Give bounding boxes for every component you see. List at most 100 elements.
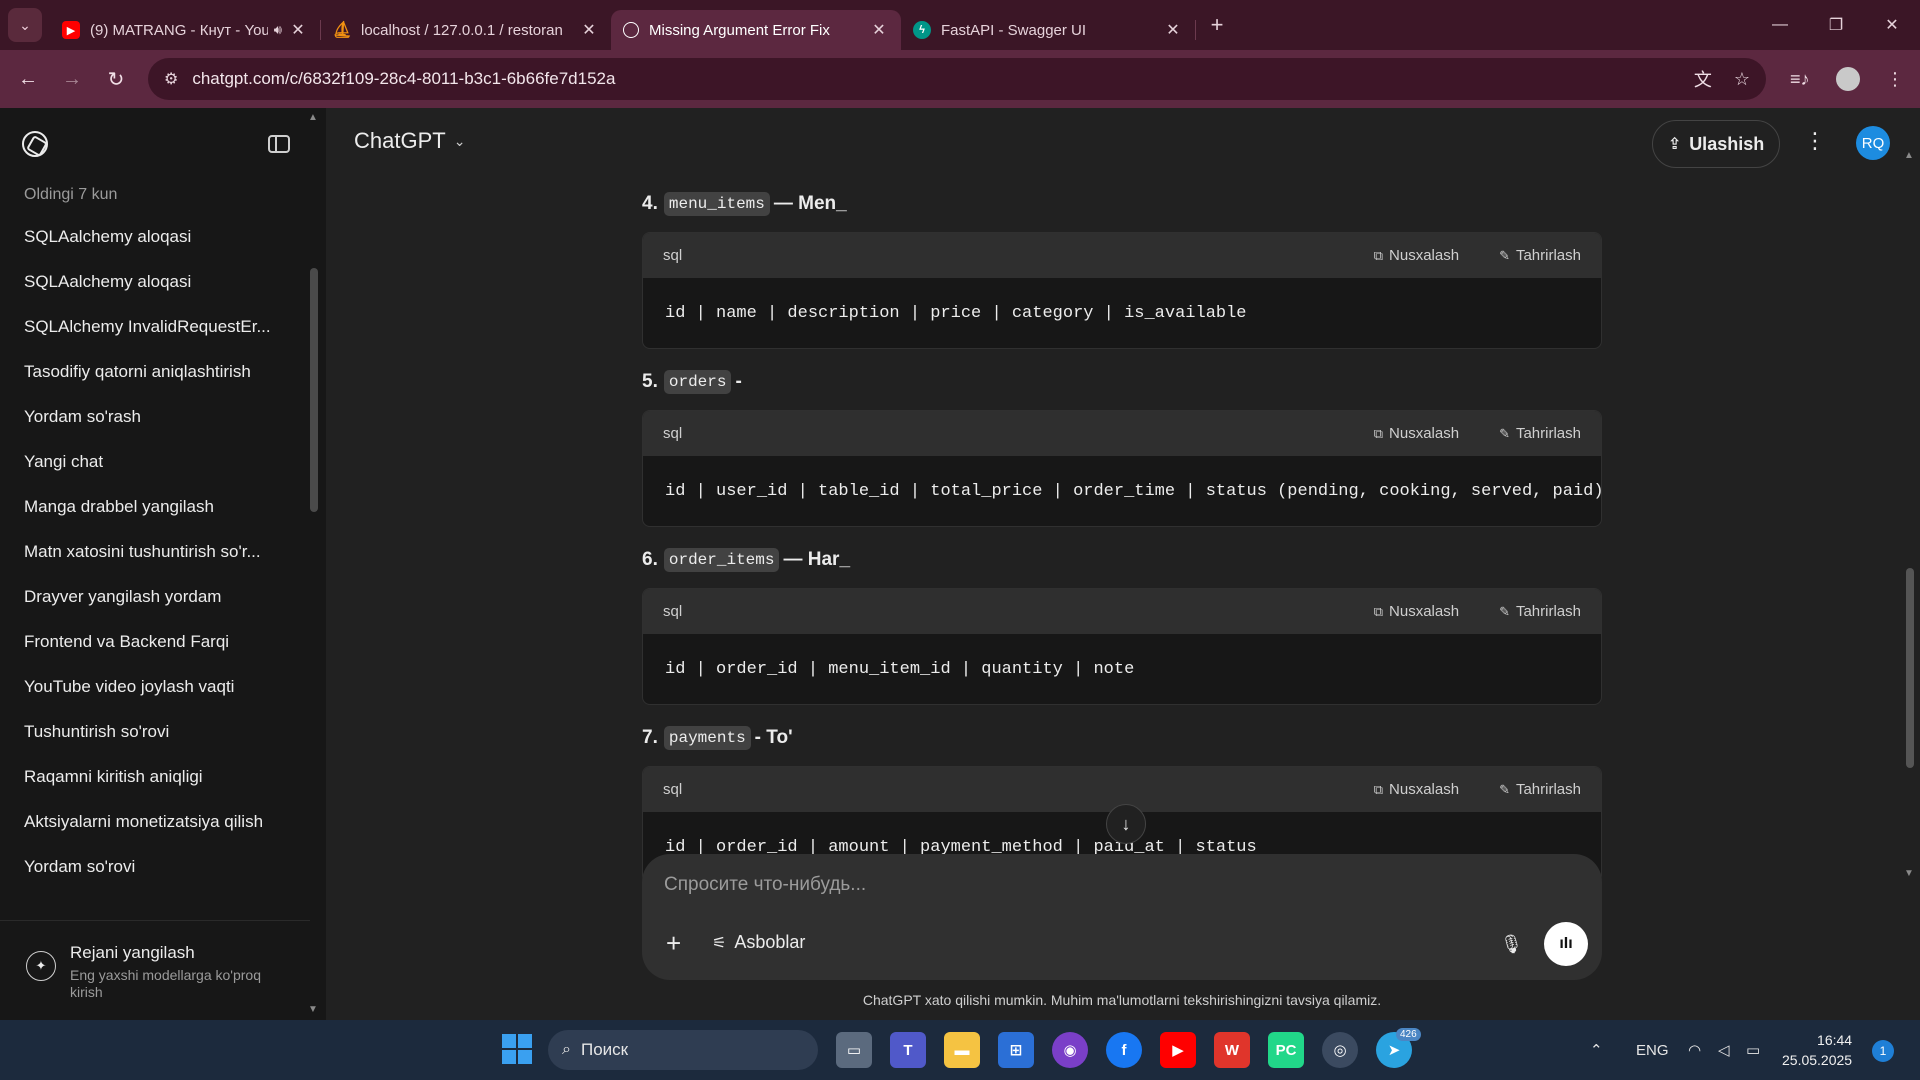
- taskbar-search[interactable]: ⌕ Поиск: [548, 1030, 818, 1070]
- sidebar-chat-item[interactable]: Drayver yangilash yordam: [0, 574, 326, 619]
- sidebar-chat-item[interactable]: Raqamni kiritish aniqligi: [0, 754, 326, 799]
- minimize-icon[interactable]: —: [1752, 0, 1808, 50]
- edit-button[interactable]: ✎ Tahrirlash: [1499, 247, 1581, 264]
- url-text[interactable]: chatgpt.com/c/6832f109-28c4-8011-b3c1-6b…: [192, 69, 1672, 89]
- back-icon[interactable]: ←: [6, 57, 50, 101]
- tools-button[interactable]: ⚟ Asboblar: [712, 932, 805, 953]
- omnibox[interactable]: ⚙︎ chatgpt.com/c/6832f109-28c4-8011-b3c1…: [148, 58, 1766, 100]
- file-explorer-icon[interactable]: ▬: [944, 1032, 980, 1068]
- tab-phpmyadmin[interactable]: ⛵︎ localhost / 127.0.0.1 / restoran ✕: [321, 10, 611, 50]
- speaker-icon[interactable]: 🔊︎: [274, 22, 282, 38]
- microphone-icon[interactable]: 🎙︎: [1500, 934, 1523, 955]
- close-tab-icon[interactable]: ✕: [869, 20, 889, 40]
- facebook-icon[interactable]: f: [1106, 1032, 1142, 1068]
- model-name: ChatGPT: [354, 128, 446, 153]
- avatar[interactable]: RQ: [1856, 126, 1890, 160]
- edit-button[interactable]: ✎ Tahrirlash: [1499, 603, 1581, 620]
- fastapi-icon: ϟ: [913, 21, 931, 39]
- language-indicator[interactable]: ENG: [1636, 1020, 1669, 1080]
- sidebar-chat-item[interactable]: Frontend va Backend Farqi: [0, 619, 326, 664]
- wifi-icon[interactable]: ◠: [1688, 1020, 1701, 1080]
- sidebar: Oldingi 7 kun SQLAalchemy aloqasi SQLAal…: [0, 108, 326, 1020]
- microsoft-store-icon[interactable]: ⊞: [998, 1032, 1034, 1068]
- system-clock[interactable]: 16:44 25.05.2025: [1782, 1030, 1852, 1070]
- scroll-to-bottom-button[interactable]: ↓: [1106, 804, 1146, 844]
- composer-placeholder[interactable]: Спросите что-нибудь...: [664, 874, 866, 896]
- sidebar-chat-item[interactable]: Aktsiyalarni monetizatsiya qilish: [0, 799, 326, 844]
- close-tab-icon[interactable]: ✕: [1163, 20, 1183, 40]
- copy-button[interactable]: ⧉ Nusxalash: [1374, 247, 1459, 264]
- code-language: sql: [663, 247, 683, 264]
- edit-button[interactable]: ✎ Tahrirlash: [1499, 425, 1581, 442]
- copy-button[interactable]: ⧉ Nusxalash: [1374, 781, 1459, 798]
- tray-overflow-icon[interactable]: ⌃: [1590, 1020, 1603, 1080]
- restore-icon[interactable]: ❐: [1808, 0, 1864, 50]
- sidebar-chat-item[interactable]: Yordam so'rash: [0, 394, 326, 439]
- close-tab-icon[interactable]: ✕: [579, 20, 599, 40]
- site-info-icon[interactable]: ⚙︎: [164, 69, 178, 89]
- sidebar-chat-item[interactable]: Manga drabbel yangilash: [0, 484, 326, 529]
- more-options-icon[interactable]: ⋮: [1804, 128, 1826, 154]
- code-content: id | order_id | menu_item_id | quantity …: [665, 659, 1135, 679]
- sidebar-chat-item[interactable]: YouTube video joylash vaqti: [0, 664, 326, 709]
- openai-logo-icon[interactable]: [22, 131, 48, 157]
- browser-menu-icon[interactable]: ⋮: [1886, 50, 1904, 108]
- task-view-icon[interactable]: ▭: [836, 1032, 872, 1068]
- bookmark-star-icon[interactable]: ☆: [1734, 69, 1750, 90]
- pencil-icon: ✎: [1499, 781, 1510, 797]
- sidebar-chat-item[interactable]: Tasodifiy qatorni aniqlashtirish: [0, 349, 326, 394]
- notification-badge[interactable]: 1: [1872, 1040, 1894, 1062]
- main-scrollbar[interactable]: [1906, 568, 1914, 768]
- scroll-up-arrow-icon[interactable]: ▲: [1904, 150, 1914, 161]
- sidebar-chat-item[interactable]: SQLAalchemy aloqasi: [0, 214, 326, 259]
- sidebar-chat-item[interactable]: Yangi chat: [0, 439, 326, 484]
- tab-youtube[interactable]: ▶ (9) MATRANG - Кнут - YouT 🔊︎ ✕: [50, 10, 320, 50]
- forward-icon[interactable]: →: [50, 57, 94, 101]
- youtube-taskbar-icon[interactable]: ▶: [1160, 1032, 1196, 1068]
- copy-button[interactable]: ⧉ Nusxalash: [1374, 603, 1459, 620]
- scroll-down-arrow-icon[interactable]: ▼: [1904, 868, 1914, 879]
- media-control-icon[interactable]: ≡♪: [1790, 50, 1810, 108]
- upgrade-plan[interactable]: ✦ Rejani yangilash Eng yaxshi modellarga…: [0, 920, 310, 1020]
- tab-fastapi[interactable]: ϟ FastAPI - Swagger UI ✕: [901, 10, 1195, 50]
- translate-icon[interactable]: 文: [1694, 66, 1712, 92]
- share-icon: ⇪: [1667, 136, 1682, 153]
- teams-icon[interactable]: T: [890, 1032, 926, 1068]
- share-button[interactable]: ⇪ Ulashish: [1652, 120, 1780, 168]
- scroll-up-arrow-icon[interactable]: ▲: [308, 112, 318, 123]
- step-heading: 6. order_items — Har_: [642, 548, 850, 572]
- tab-search-button[interactable]: ⌄: [8, 8, 42, 42]
- code-language: sql: [663, 781, 683, 798]
- reload-icon[interactable]: ↻: [94, 57, 138, 101]
- voice-mode-button[interactable]: ıIı: [1544, 922, 1588, 966]
- model-selector[interactable]: ChatGPT ⌄: [354, 128, 465, 154]
- pycharm-icon[interactable]: PC: [1268, 1032, 1304, 1068]
- edit-button[interactable]: ✎ Tahrirlash: [1499, 781, 1581, 798]
- windows-start-icon[interactable]: [502, 1034, 532, 1064]
- sidebar-chat-item[interactable]: Yordam so'rovi: [0, 844, 326, 889]
- close-tab-icon[interactable]: ✕: [288, 20, 308, 40]
- sidebar-chat-item[interactable]: Matn xatosini tushuntirish so'r...: [0, 529, 326, 574]
- tab-chatgpt[interactable]: Missing Argument Error Fix ✕: [611, 10, 901, 50]
- sidebar-chat-item[interactable]: SQLAlchemy InvalidRequestEr...: [0, 304, 326, 349]
- step-text: -: [735, 371, 742, 392]
- chrome-icon[interactable]: ◎: [1322, 1032, 1358, 1068]
- new-tab-button[interactable]: +: [1200, 8, 1234, 42]
- sidebar-toggle-icon[interactable]: [268, 135, 290, 153]
- close-window-icon[interactable]: ✕: [1864, 0, 1920, 50]
- wps-office-icon[interactable]: W: [1214, 1032, 1250, 1068]
- volume-icon[interactable]: ◁: [1718, 1020, 1730, 1080]
- profile-icon[interactable]: [1836, 50, 1860, 108]
- step-text: — Men_: [773, 193, 847, 214]
- sidebar-scrollbar[interactable]: [310, 268, 318, 512]
- battery-icon[interactable]: ▭: [1746, 1020, 1760, 1080]
- attach-plus-icon[interactable]: +: [666, 928, 681, 959]
- taskbar-search-label: Поиск: [580, 1040, 629, 1059]
- sidebar-chat-item[interactable]: Tushuntirish so'rovi: [0, 709, 326, 754]
- color-app-icon[interactable]: ◉: [1052, 1032, 1088, 1068]
- sidebar-chat-item[interactable]: SQLAalchemy aloqasi: [0, 259, 326, 304]
- message-composer[interactable]: Спросите что-нибудь... + ⚟ Asboblar 🎙︎ ı…: [642, 854, 1602, 980]
- share-label: Ulashish: [1689, 133, 1765, 154]
- copy-button[interactable]: ⧉ Nusxalash: [1374, 425, 1459, 442]
- tab-title: (9) MATRANG - Кнут - YouT: [90, 21, 268, 39]
